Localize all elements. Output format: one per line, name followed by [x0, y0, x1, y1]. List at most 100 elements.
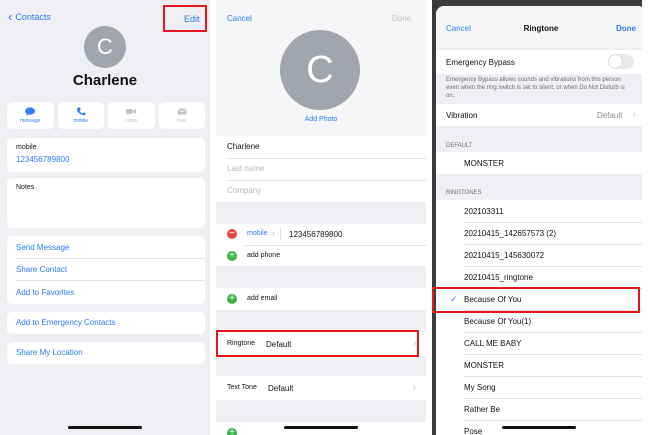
add-phone-icon[interactable]: +: [227, 251, 237, 261]
done-button[interactable]: Done: [392, 14, 411, 23]
call-action-button[interactable]: mobile: [57, 102, 104, 129]
home-indicator: [284, 426, 358, 429]
ringtones-section-header: RINGTONES: [446, 190, 482, 196]
divider: [244, 245, 426, 246]
divider: [16, 258, 205, 259]
default-tone-name: MONSTER: [464, 159, 504, 168]
list-item[interactable]: 20210415_142657573 (2): [436, 222, 642, 244]
ringtone-list: 202103311 20210415_142657573 (2) 2021041…: [436, 200, 642, 435]
vibration-value: Default: [597, 111, 623, 120]
default-section-header: DEFAULT: [446, 143, 473, 149]
phone-label: mobile: [16, 144, 37, 151]
share-contact-link[interactable]: Share Contact: [16, 265, 67, 274]
ringtone-name: Rather Be: [464, 405, 501, 414]
share-location-link[interactable]: Share My Location: [16, 348, 83, 357]
chevron-left-icon: ‹: [8, 9, 13, 24]
video-icon: [126, 109, 137, 114]
remove-phone-icon[interactable]: −: [227, 229, 237, 239]
first-name-field[interactable]: Charlene: [227, 142, 259, 151]
ringtone-name: 20210415_145630072: [464, 251, 545, 260]
list-item[interactable]: 20210415_145630072: [436, 244, 642, 266]
selected-ringtone-highlight-box: [432, 287, 640, 313]
chevron-right-icon: ›: [632, 109, 636, 120]
phone-number-field[interactable]: 123456789800: [289, 230, 342, 239]
ringtone-title: Ringtone: [523, 24, 559, 33]
emergency-bypass-label: Emergency Bypass: [446, 58, 515, 67]
list-item[interactable]: CALL ME BABY: [436, 332, 642, 354]
edit-header: Cancel Done C Add Photo: [216, 0, 426, 136]
phone-icon: [76, 107, 86, 116]
ringtone-name: 20210415_ringtone: [464, 273, 533, 282]
send-message-link[interactable]: Send Message: [16, 243, 69, 252]
emergency-card: Add to Emergency Contacts: [7, 312, 205, 334]
contact-name: Charlene: [72, 72, 138, 89]
message-action-label: message: [20, 118, 41, 124]
vibration-label: Vibration: [446, 111, 478, 120]
phone-type-selector[interactable]: mobile: [247, 230, 268, 237]
ringtone-name: 202103311: [464, 207, 504, 216]
notes-card[interactable]: Notes: [7, 178, 205, 228]
ringtone-name: My Song: [464, 383, 496, 392]
cancel-button[interactable]: Cancel: [227, 14, 252, 23]
edit-highlight-box: [163, 5, 207, 32]
ringtone-name: Pose: [464, 427, 483, 435]
actions-list-card: Send Message Share Contact Add to Favori…: [7, 236, 205, 304]
ringtone-name: CALL ME BABY: [464, 339, 522, 348]
last-name-field[interactable]: Last name: [227, 164, 264, 173]
divider: [227, 158, 426, 159]
ringtone-highlight-box: [216, 330, 419, 357]
location-card: Share My Location: [7, 342, 205, 364]
call-action-label: mobile: [73, 118, 89, 124]
add-email-icon[interactable]: +: [227, 294, 237, 304]
ringtone-sheet: Cancel Ringtone Done Emergency Bypass Em…: [436, 6, 642, 435]
add-emergency-contact-link[interactable]: Add to Emergency Contacts: [16, 318, 116, 327]
screenshot-composite: ‹ Contacts Edit C Charlene message mobil…: [0, 0, 650, 435]
list-item[interactable]: 202103311: [436, 200, 642, 222]
text-tone-value: Default: [268, 384, 294, 393]
ringtone-name: MONSTER: [464, 361, 504, 370]
list-item[interactable]: Rather Be: [436, 398, 642, 420]
back-label: Contacts: [15, 12, 51, 22]
message-action-button[interactable]: message: [7, 102, 54, 129]
mail-action-button[interactable]: mail: [158, 102, 205, 129]
back-to-contacts-button[interactable]: ‹ Contacts: [8, 9, 51, 24]
emergency-bypass-toggle[interactable]: [608, 54, 634, 69]
text-tone-row[interactable]: Text Tone Default ›: [216, 376, 426, 400]
divider: [280, 227, 281, 241]
home-indicator: [68, 426, 142, 429]
list-item[interactable]: MONSTER: [436, 354, 642, 376]
panel-edge: [644, 200, 650, 220]
ringtone-name: Because Of You(1): [464, 317, 532, 326]
chevron-right-icon: ›: [272, 228, 275, 238]
message-icon: [25, 107, 36, 116]
done-button[interactable]: Done: [616, 24, 636, 33]
ringtone-picker-panel: Cancel Ringtone Done Emergency Bypass Em…: [432, 0, 642, 435]
add-photo-link[interactable]: Add Photo: [216, 116, 426, 123]
ringtone-nav-bar: Cancel Ringtone Done: [436, 6, 642, 48]
divider: [227, 180, 426, 181]
company-field[interactable]: Company: [227, 186, 261, 195]
add-to-favorites-link[interactable]: Add to Favorites: [16, 288, 74, 297]
list-item[interactable]: Because Of You(1): [436, 310, 642, 332]
avatar[interactable]: C: [280, 30, 360, 110]
add-email-label[interactable]: add email: [247, 295, 277, 302]
emergency-bypass-note: Emergency Bypass allows sounds and vibra…: [446, 77, 625, 99]
default-tone-row[interactable]: MONSTER: [436, 152, 642, 174]
phone-number[interactable]: 123456789800: [16, 155, 69, 164]
video-action-label: video: [125, 118, 138, 124]
add-phone-label[interactable]: add phone: [247, 252, 280, 259]
list-item[interactable]: 20210415_ringtone: [436, 266, 642, 288]
emergency-bypass-row: Emergency Bypass: [436, 50, 642, 74]
email-fields: + add email: [216, 288, 426, 310]
list-item[interactable]: My Song: [436, 376, 642, 398]
home-indicator: [502, 426, 576, 429]
chevron-right-icon: ›: [412, 382, 416, 393]
mail-icon: [177, 108, 187, 115]
phone-card[interactable]: mobile 123456789800: [7, 138, 205, 172]
avatar: C: [84, 26, 126, 68]
add-field-icon[interactable]: +: [227, 428, 237, 435]
video-action-button[interactable]: video: [108, 102, 155, 129]
vibration-row[interactable]: Vibration Default ›: [436, 104, 642, 126]
divider: [16, 280, 205, 281]
quick-actions: message mobile video mail: [7, 102, 205, 129]
